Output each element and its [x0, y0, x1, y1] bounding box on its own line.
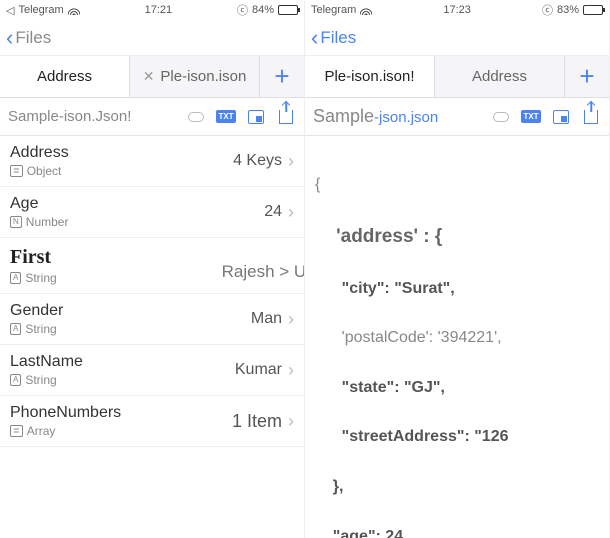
left-pane: ◁ Telegram 17:21 ⓒ 84% ‹ Files Address ✕… [0, 0, 305, 538]
nav-bar: ‹ Files [0, 20, 304, 56]
type-badge-icon: N [10, 216, 22, 228]
list-row-age[interactable]: Age N Number 24 › [0, 187, 304, 238]
key-icon[interactable] [186, 107, 206, 127]
txt-badge-icon[interactable]: TXT [521, 107, 541, 127]
clock: 17:23 [443, 4, 471, 16]
row-value: Rajesh > Udhna [222, 262, 304, 282]
back-chevron-icon[interactable]: ‹ [6, 25, 13, 51]
tab-address[interactable]: Address [435, 56, 565, 97]
json-line: { [315, 173, 599, 198]
wifi-icon [68, 6, 80, 15]
tabs-row: Ple-ison.ison! Address + [305, 56, 609, 98]
row-value: 4 Keys [233, 152, 282, 170]
list-row-phonenumbers[interactable]: PhoneNumbers ≣ Array 1 Item › [0, 396, 304, 447]
tab-label: Address [37, 68, 92, 85]
tab-label: Ple-ison.ison! [324, 68, 414, 85]
key-list[interactable]: Address ≣Object 4 Keys› Age NNumber 24› … [0, 136, 304, 538]
file-toolbar: Sample-ison.Json! TXT [0, 98, 304, 136]
close-icon[interactable]: ✕ [143, 68, 155, 85]
back-label[interactable]: Files [320, 28, 356, 48]
chevron-right-icon: › [288, 202, 294, 223]
tab-label: Address [472, 68, 527, 85]
battery-prefix: ⓒ [542, 2, 553, 18]
filename-label: Sample-json.json [313, 106, 481, 127]
type-badge-icon: A [10, 374, 21, 386]
row-value: 1 Item [232, 411, 282, 432]
json-line: 'address' : { [315, 222, 599, 251]
chevron-right-icon: › [288, 360, 294, 381]
tab-file[interactable]: ✕ Ple-ison.ison [130, 56, 260, 97]
json-line: "streetAddress": "126 [315, 425, 599, 450]
json-line: "state": "GJ", [315, 376, 599, 401]
battery-text: 83% [557, 4, 579, 16]
file-toolbar: Sample-json.json TXT [305, 98, 609, 136]
json-line: }, [315, 475, 599, 500]
chevron-right-icon: › [288, 411, 294, 432]
carrier-label: Telegram [311, 4, 356, 16]
battery-text: 84% [252, 4, 274, 16]
battery-prefix: ⓒ [237, 2, 248, 18]
tab-address[interactable]: Address [0, 56, 130, 97]
add-tab-button[interactable]: + [260, 56, 304, 97]
json-line: "age": 24, [315, 525, 599, 538]
share-icon[interactable] [276, 107, 296, 127]
type-badge-icon: A [10, 323, 21, 335]
row-key: Age [10, 195, 264, 213]
list-row-gender[interactable]: Gender A String Man › [0, 294, 304, 345]
battery-icon [278, 5, 298, 15]
key-icon[interactable] [491, 107, 511, 127]
filename-label: Sample-ison.Json! [8, 108, 176, 125]
row-type: Object [27, 164, 62, 178]
row-value: Kumar [235, 361, 282, 379]
image-icon[interactable] [551, 107, 571, 127]
json-line: "city": "Surat", [315, 277, 599, 302]
image-icon[interactable] [246, 107, 266, 127]
tab-label: Ple-ison.ison [160, 68, 246, 85]
battery-icon [583, 5, 603, 15]
nav-bar: ‹ Files [305, 20, 609, 56]
row-type: Number [26, 215, 69, 229]
back-label[interactable]: Files [15, 28, 51, 48]
right-pane: Telegram 17:23 ⓒ 83% ‹ Files Ple-ison.is… [305, 0, 610, 538]
row-type: Array [27, 424, 56, 438]
row-key: Address [10, 144, 233, 162]
status-bar: Telegram 17:23 ⓒ 83% [305, 0, 609, 20]
type-badge-icon: A [10, 272, 21, 284]
status-bar: ◁ Telegram 17:21 ⓒ 84% [0, 0, 304, 20]
txt-badge-icon[interactable]: TXT [216, 107, 236, 127]
list-row-lastname[interactable]: LastName A String Kumar › [0, 345, 304, 396]
raw-json-view[interactable]: { 'address' : { "city": "Surat", 'postal… [305, 136, 609, 538]
row-type: String [25, 271, 56, 285]
type-badge-icon: ≣ [10, 165, 23, 177]
tab-file[interactable]: Ple-ison.ison! [305, 56, 435, 97]
add-tab-button[interactable]: + [565, 56, 609, 97]
list-row-address[interactable]: Address ≣ Object 4 Keys › [0, 136, 304, 187]
json-line: 'postalCode': '394221', [315, 326, 599, 351]
row-key: Gender [10, 302, 251, 320]
row-key: PhoneNumbers [10, 404, 232, 422]
row-key: LastName [10, 353, 235, 371]
tabs-row: Address ✕ Ple-ison.ison + [0, 56, 304, 98]
row-value: 24 [264, 203, 282, 221]
back-to-app-badge[interactable]: ◁ [6, 4, 14, 17]
row-value: Man [251, 310, 282, 328]
carrier-label: Telegram [18, 4, 63, 16]
share-icon[interactable] [581, 107, 601, 127]
wifi-icon [360, 6, 372, 15]
row-type: String [25, 373, 56, 387]
type-badge-icon: ≣ [10, 425, 23, 437]
row-type: String [25, 322, 56, 336]
chevron-right-icon: › [288, 309, 294, 330]
back-chevron-icon[interactable]: ‹ [311, 25, 318, 51]
chevron-right-icon: › [288, 151, 294, 172]
list-row-firstname[interactable]: First AString Rajesh > Udhna [0, 238, 304, 294]
clock: 17:21 [145, 4, 173, 16]
